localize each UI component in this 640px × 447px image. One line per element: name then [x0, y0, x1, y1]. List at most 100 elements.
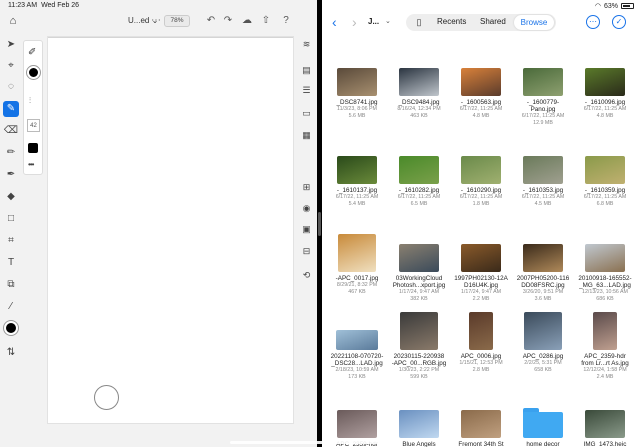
file-name: 20230115-220938 -APC_00...RGB.jpg	[391, 353, 447, 367]
more-options-icon[interactable]: •••	[28, 160, 34, 169]
brush-color-square[interactable]	[28, 143, 38, 153]
touch-shortcut-circle[interactable]	[94, 385, 119, 410]
image-trace-icon[interactable]: ⧉	[3, 277, 19, 293]
pen-tool-icon[interactable]: ✒	[3, 167, 19, 183]
paint-bucket-icon[interactable]: ◆	[3, 189, 19, 205]
share-icon[interactable]: ⇧	[260, 15, 272, 27]
more-dots-icon[interactable]: ⋯	[150, 15, 162, 27]
tab-recents[interactable]: Recents	[437, 17, 466, 26]
file-name: 03WorkingCloud Photosh...xport.jpg	[392, 275, 446, 289]
transform-icon[interactable]: ⟲	[299, 268, 314, 283]
file-thumbnail	[593, 312, 617, 350]
file-size: 3.6 MB	[534, 295, 552, 302]
crop-tool-icon[interactable]: ⌗	[3, 233, 19, 249]
adjustments-icon[interactable]: ☰	[299, 83, 314, 98]
file-item[interactable]: 03WorkingCloud Photosh...xport.jpg 1/17/2…	[388, 232, 450, 302]
artboard-canvas[interactable]	[47, 36, 294, 424]
file-item[interactable]: Blue Angels panorama 2022.jpg	[388, 398, 450, 447]
select-checkmark-icon[interactable]: ✓	[612, 15, 626, 29]
file-item[interactable]: Fremont 34th St pano.jpg	[450, 398, 512, 447]
forward-chevron-icon[interactable]: ›	[352, 14, 357, 30]
selection-tool-icon[interactable]: ➤	[3, 37, 19, 53]
file-item[interactable]: -_1600563.jpg 6/17/22, 11:25 AM 4.8 MB	[450, 56, 512, 119]
file-item[interactable]: APC_0006.jpg 1/15/21, 12:53 PM 2.8 MB	[450, 310, 512, 373]
paintbrush-tool-icon[interactable]: ✎	[3, 101, 19, 117]
file-thumbnail	[461, 244, 501, 272]
canvas-top-edge	[48, 37, 293, 38]
tools-toolbar: ➤ ⌖ ◌ ✎ ⌫ ✏ ✒ ◆ □ ⌗ T ⧉ ⁄ ⇅	[0, 33, 22, 447]
file-item[interactable]: -_1610282.jpg 6/17/22, 11:25 AM 6.5 MB	[388, 144, 450, 207]
file-item[interactable]: _DSC9484.jpg 8/16/24, 12:34 PM 463 KB	[388, 56, 450, 119]
file-item[interactable]: 20230115-220938 -APC_00...RGB.jpg 1/30/23…	[388, 310, 450, 380]
file-date: 12/13/23, 10:56 AM	[582, 289, 628, 295]
file-item[interactable]: APC_2359-hdr from Lr...rt As.jpg	[326, 398, 388, 447]
file-name: -_1610096.jpg	[584, 99, 626, 106]
layers-icon[interactable]: ≋	[299, 37, 314, 52]
file-size: 1.8 MB	[472, 200, 490, 207]
file-item[interactable]: -_1610096.jpg 6/17/22, 11:25 AM 4.8 MB	[574, 56, 636, 119]
back-chevron-icon[interactable]: ‹	[332, 14, 337, 30]
file-item[interactable]: 20100918-165552- _MG_63...LAD.jpg 12/13/2…	[574, 232, 636, 302]
redo-icon[interactable]: ↷	[222, 15, 234, 27]
undo-icon[interactable]: ↶	[205, 15, 217, 27]
home-indicator	[230, 441, 390, 444]
mask-icon[interactable]: ▣	[299, 222, 314, 237]
folder-title[interactable]: J...	[368, 17, 379, 26]
folder-menu-chevron-icon[interactable]: ⌄	[385, 17, 391, 25]
cloud-icon[interactable]: ☁	[241, 15, 253, 27]
file-item[interactable]: APC_0286.jpg 2/2/25, 5:31 PM 658 KB	[512, 310, 574, 373]
home-icon[interactable]: ⌂	[7, 15, 19, 27]
file-item[interactable]: -_1610353.jpg 6/17/22, 11:25 AM 4.5 MB	[512, 144, 574, 207]
file-item[interactable]: -_1610290.jpg 6/17/22, 11:25 AM 1.8 MB	[450, 144, 512, 207]
file-thumbnail	[399, 244, 439, 272]
file-thumbnail	[399, 68, 439, 96]
swap-colors-icon[interactable]: ⇅	[3, 345, 19, 361]
file-item[interactable]: -APC_0017.jpg 8/29/21, 8:32 PM 467 KB	[326, 232, 388, 295]
sidebar-toggle-icon[interactable]: ▯	[412, 16, 426, 29]
align-icon[interactable]: ⊟	[299, 244, 314, 259]
properties-icon[interactable]: ▤	[299, 63, 314, 78]
tab-browse[interactable]: Browse	[514, 15, 554, 30]
lasso-tool-icon[interactable]: ◌	[3, 79, 19, 95]
file-size: 4.8 MB	[472, 112, 490, 119]
brush-settings-icon[interactable]: ⫶	[29, 96, 31, 106]
tab-shared[interactable]: Shared	[480, 17, 506, 26]
pencil-tool-icon[interactable]: ✏	[3, 145, 19, 161]
shape-tool-icon[interactable]: □	[3, 211, 19, 227]
file-item[interactable]: 1997PH02130-12A D16U4K.jpg 1/17/24, 9:47 …	[450, 232, 512, 302]
file-name: home decor	[526, 441, 560, 447]
file-name: Blue Angels panorama 2022.jpg	[402, 441, 436, 447]
brush-icon[interactable]: ✐	[28, 47, 36, 58]
file-item[interactable]: -_1600779- Pano.jpg 6/17/22, 11:25 AM 12.9…	[512, 56, 574, 126]
battery-icon	[621, 3, 634, 9]
add-image-icon[interactable]: ⊞	[299, 180, 314, 195]
help-icon[interactable]: ?	[280, 15, 292, 27]
type-tool-icon[interactable]: T	[3, 255, 19, 271]
folder-item[interactable]: home decor1 item	[512, 398, 574, 447]
files-nav-bar: ‹ › J... ⌄ ▯ Recents Shared Browse ⋯ ✓	[322, 12, 640, 34]
file-size: 173 KB	[348, 373, 366, 380]
more-options-icon[interactable]: ⋯	[586, 15, 600, 29]
file-item[interactable]: 20221108-070720- _DSC28...LAD.jpg 2/18/23…	[326, 310, 388, 380]
stroke-color-swatch[interactable]	[27, 66, 40, 79]
libraries-icon[interactable]: ▦	[299, 128, 314, 143]
file-thumbnail	[585, 156, 625, 184]
zoom-level[interactable]: 78%	[164, 15, 190, 27]
file-item[interactable]: -_1610359.jpg 6/17/22, 11:25 AM 6.8 MB	[574, 144, 636, 207]
file-item[interactable]: APC_2359-hdr from Lr...rt As.jpg 12/12/24…	[574, 310, 636, 380]
file-item[interactable]: -_1610137.jpg 6/17/22, 11:25 AM 5.4 MB	[326, 144, 388, 207]
eyedropper-tool-icon[interactable]: ⁄	[3, 299, 19, 315]
fill-color-swatch[interactable]	[4, 321, 18, 335]
file-item[interactable]: IMG_1473.heic11/26/20, 1:46 PM	[574, 398, 636, 447]
file-size: 5.6 MB	[348, 112, 366, 119]
brush-size-value[interactable]: 42	[27, 119, 40, 132]
status-date: Wed Feb 26	[41, 2, 80, 9]
file-item[interactable]: _DSC8741.jpg 11/3/23, 8:06 PM 5.6 MB	[326, 56, 388, 119]
split-view-handle[interactable]	[318, 212, 321, 236]
direct-selection-tool-icon[interactable]: ⌖	[3, 58, 19, 74]
visibility-icon[interactable]: ◉	[299, 201, 314, 216]
comments-icon[interactable]: ▭	[299, 106, 314, 121]
file-item[interactable]: 2007PH05200-116 DD08FSRC.jpg 3/26/20, 9:5…	[512, 232, 574, 302]
eraser-tool-icon[interactable]: ⌫	[3, 123, 19, 139]
file-name: -_1610353.jpg	[522, 187, 564, 194]
